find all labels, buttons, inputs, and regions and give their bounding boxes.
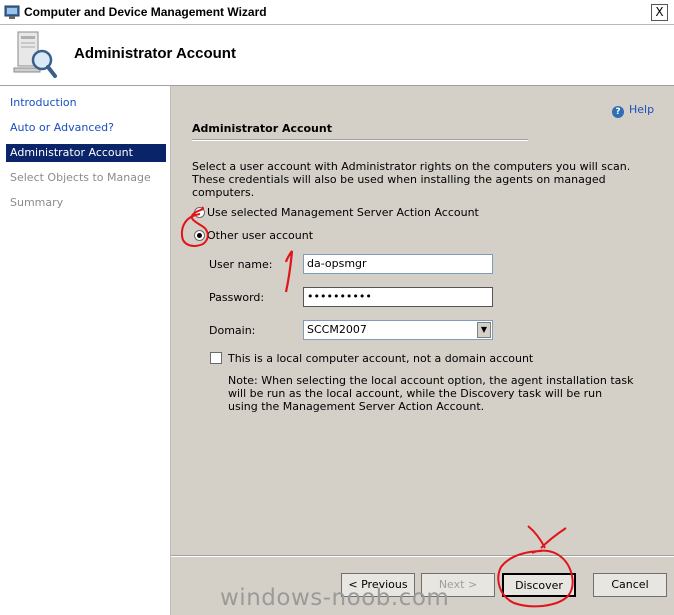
section-title: Administrator Account [192, 122, 332, 135]
help-link[interactable]: ? Help [612, 103, 654, 118]
wizard-nav-pane: Introduction Auto or Advanced? Administr… [0, 86, 171, 615]
section-divider [192, 139, 528, 141]
other-account-radio-label[interactable]: Other user account [207, 229, 313, 242]
close-button[interactable]: X [651, 4, 668, 21]
button-area-divider [171, 555, 674, 557]
domain-select-value: SCCM2007 [307, 323, 367, 336]
action-account-radio-label[interactable]: Use selected Management Server Action Ac… [207, 206, 479, 219]
nav-item-summary: Summary [10, 196, 64, 209]
username-label: User name: [209, 258, 273, 271]
help-label: Help [629, 103, 655, 116]
action-account-radio[interactable] [194, 207, 205, 218]
computer-search-icon [13, 31, 57, 78]
username-input[interactable]: da-opsmgr [303, 254, 493, 274]
title-bar: Computer and Device Management Wizard X [0, 0, 674, 25]
local-account-checkbox[interactable] [210, 352, 222, 364]
help-question-icon: ? [612, 106, 624, 118]
nav-item-administrator-account[interactable]: Administrator Account [6, 144, 166, 162]
nav-item-auto-or-advanced[interactable]: Auto or Advanced? [6, 119, 166, 137]
watermark-text: windows-noob.com [220, 585, 450, 611]
local-account-checkbox-label[interactable]: This is a local computer account, not a … [228, 352, 533, 365]
cancel-button[interactable]: Cancel [593, 573, 667, 597]
radio-selected-dot [197, 233, 202, 238]
wizard-header: Administrator Account [0, 25, 674, 86]
discover-button[interactable]: Discover [502, 573, 576, 597]
nav-item-introduction[interactable]: Introduction [6, 94, 166, 112]
domain-select[interactable]: SCCM2007 ▼ [303, 320, 493, 340]
domain-label: Domain: [209, 324, 256, 337]
page-title: Administrator Account [74, 45, 236, 62]
nav-item-select-objects: Select Objects to Manage [10, 171, 151, 184]
other-account-radio[interactable] [194, 230, 205, 241]
window-title: Computer and Device Management Wizard [24, 5, 267, 19]
password-input[interactable]: •••••••••• [303, 287, 493, 307]
local-account-note: Note: When selecting the local account o… [228, 374, 634, 413]
chevron-down-icon[interactable]: ▼ [477, 322, 491, 338]
password-label: Password: [209, 291, 265, 304]
section-description: Select a user account with Administrator… [192, 160, 631, 199]
wizard-window: Computer and Device Management Wizard X … [0, 0, 674, 615]
wizard-app-icon [4, 5, 20, 19]
